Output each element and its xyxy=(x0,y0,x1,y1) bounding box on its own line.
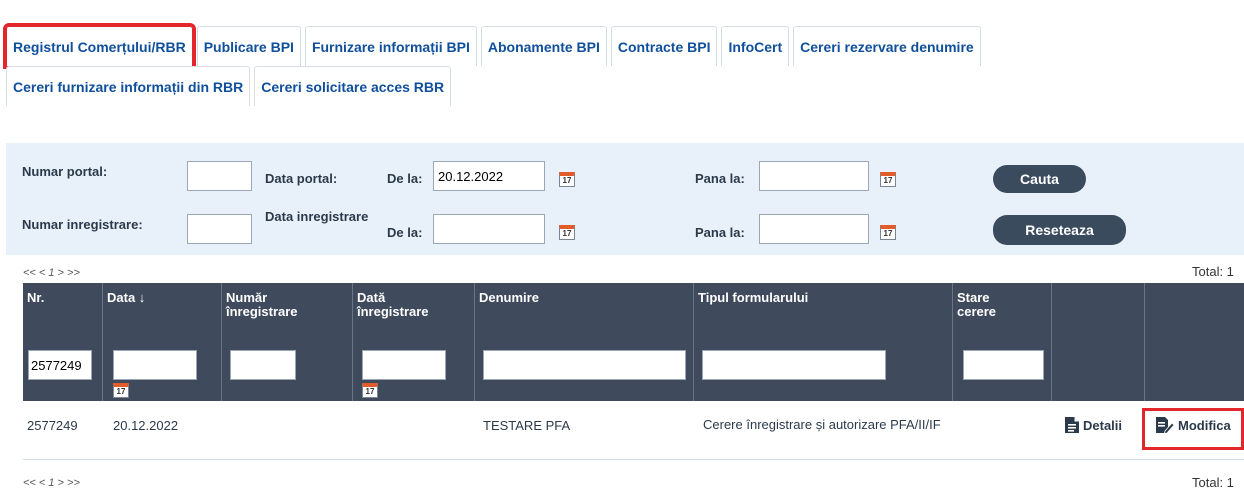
calendar-icon[interactable]: 17 xyxy=(362,383,378,398)
col-nr: Nr. xyxy=(23,283,103,401)
filter-data-inregistrare-input[interactable] xyxy=(362,350,446,380)
pager-bottom[interactable]: << < 1 > >> xyxy=(23,477,80,489)
cell-data: 20.12.2022 xyxy=(113,418,179,433)
numar-inregistrare-label: Numar inregistrare: xyxy=(22,217,143,232)
col-nr-label: Nr. xyxy=(27,290,45,305)
tab-furnizare-informatii-bpi[interactable]: Furnizare informații BPI xyxy=(304,26,477,66)
tab-registrul-comertului[interactable]: Registrul Comerțului/RBR xyxy=(3,23,196,69)
calendar-icon[interactable]: 17 xyxy=(880,172,896,187)
search-button[interactable]: Cauta xyxy=(993,165,1086,193)
details-label[interactable]: Detalii xyxy=(1083,418,1122,433)
filter-denumire-input[interactable] xyxy=(483,350,686,380)
col-data-inregistrare-label: Dată înregistrare xyxy=(357,290,429,319)
data-portal-label: Data portal: xyxy=(265,171,338,186)
tab-contracte-bpi[interactable]: Contracte BPI xyxy=(610,26,718,66)
filter-panel: Numar portal: Data portal: De la: 17 Pan… xyxy=(6,143,1244,255)
col-numar-inregistrare-label: Număr înregistrare xyxy=(226,290,298,319)
col-stare-cerere: Stare cerere xyxy=(953,283,1052,401)
details-button[interactable]: Detalii xyxy=(1064,416,1122,434)
data-inregistrare-from-label: De la: xyxy=(387,225,423,240)
col-numar-inregistrare: Număr înregistrare xyxy=(222,283,353,401)
data-inregistrare-label: Data inregistrare xyxy=(265,209,369,224)
col-action-details xyxy=(1052,283,1145,401)
calendar-icon[interactable]: 17 xyxy=(880,225,896,240)
data-inregistrare-to-input[interactable] xyxy=(759,214,869,244)
data-portal-from-label: De la: xyxy=(387,171,423,186)
cell-nr: 2577249 xyxy=(27,418,78,433)
table-row: 2577249 20.12.2022 TESTARE PFA Cerere în… xyxy=(23,402,1244,460)
data-portal-from-input[interactable] xyxy=(433,161,545,191)
col-action-modify xyxy=(1145,283,1244,401)
tab-cereri-rezervare-denumire[interactable]: Cereri rezervare denumire xyxy=(793,26,981,66)
document-icon xyxy=(1065,417,1079,433)
col-denumire-label: Denumire xyxy=(479,290,539,305)
calendar-icon[interactable]: 17 xyxy=(559,225,575,240)
cell-tipul-formularului: Cerere înregistrare și autorizare PFA/II… xyxy=(703,417,941,432)
data-portal-to-label: Pana la: xyxy=(695,171,745,186)
data-inregistrare-to-label: Pana la: xyxy=(695,225,745,240)
filter-data-input[interactable] xyxy=(113,350,197,380)
filter-stare-cerere-input[interactable] xyxy=(963,350,1044,380)
data-inregistrare-from-input[interactable] xyxy=(433,214,545,244)
col-tipul-formularului-label: Tipul formularului xyxy=(698,290,809,305)
col-stare-cerere-label: Stare cerere xyxy=(957,290,997,319)
table-header: Nr. Data ↓ Număr înregistrare Dată înreg… xyxy=(23,283,1244,401)
tab-cereri-solicitare-acces-rbr[interactable]: Cereri solicitare acces RBR xyxy=(254,66,452,106)
filter-nr-input[interactable] xyxy=(28,350,92,380)
pager-top[interactable]: << < 1 > >> xyxy=(23,267,80,279)
calendar-icon[interactable]: 17 xyxy=(559,172,575,187)
col-denumire: Denumire xyxy=(475,283,694,401)
reset-button[interactable]: Reseteaza xyxy=(993,215,1126,245)
tab-bar: Registrul Comerțului/RBR Publicare BPI F… xyxy=(3,23,1244,106)
tab-infocert[interactable]: InfoCert xyxy=(721,26,790,66)
modify-highlight xyxy=(1142,408,1244,450)
filter-tipul-formularului-input[interactable] xyxy=(702,350,886,380)
col-data-label[interactable]: Data ↓ xyxy=(107,291,217,305)
numar-portal-label: Numar portal: xyxy=(22,164,108,179)
total-count-top: Total: 1 xyxy=(1192,264,1234,279)
calendar-icon[interactable]: 17 xyxy=(113,383,129,398)
tab-abonamente-bpi[interactable]: Abonamente BPI xyxy=(480,26,607,66)
tab-cereri-furnizare-informatii-rbr[interactable]: Cereri furnizare informații din RBR xyxy=(6,66,251,106)
tab-publicare-bpi[interactable]: Publicare BPI xyxy=(196,26,301,66)
cell-denumire: TESTARE PFA xyxy=(483,418,571,433)
tab-row-2: Cereri furnizare informații din RBR Cere… xyxy=(6,66,1244,106)
numar-inregistrare-input[interactable] xyxy=(187,214,252,244)
filter-numar-inregistrare-input[interactable] xyxy=(230,350,296,380)
tab-row-1: Registrul Comerțului/RBR Publicare BPI F… xyxy=(3,23,1244,69)
total-count-bottom: Total: 1 xyxy=(1192,475,1234,490)
numar-portal-input[interactable] xyxy=(187,161,252,191)
col-tipul-formularului: Tipul formularului xyxy=(694,283,953,401)
data-portal-to-input[interactable] xyxy=(759,161,869,191)
